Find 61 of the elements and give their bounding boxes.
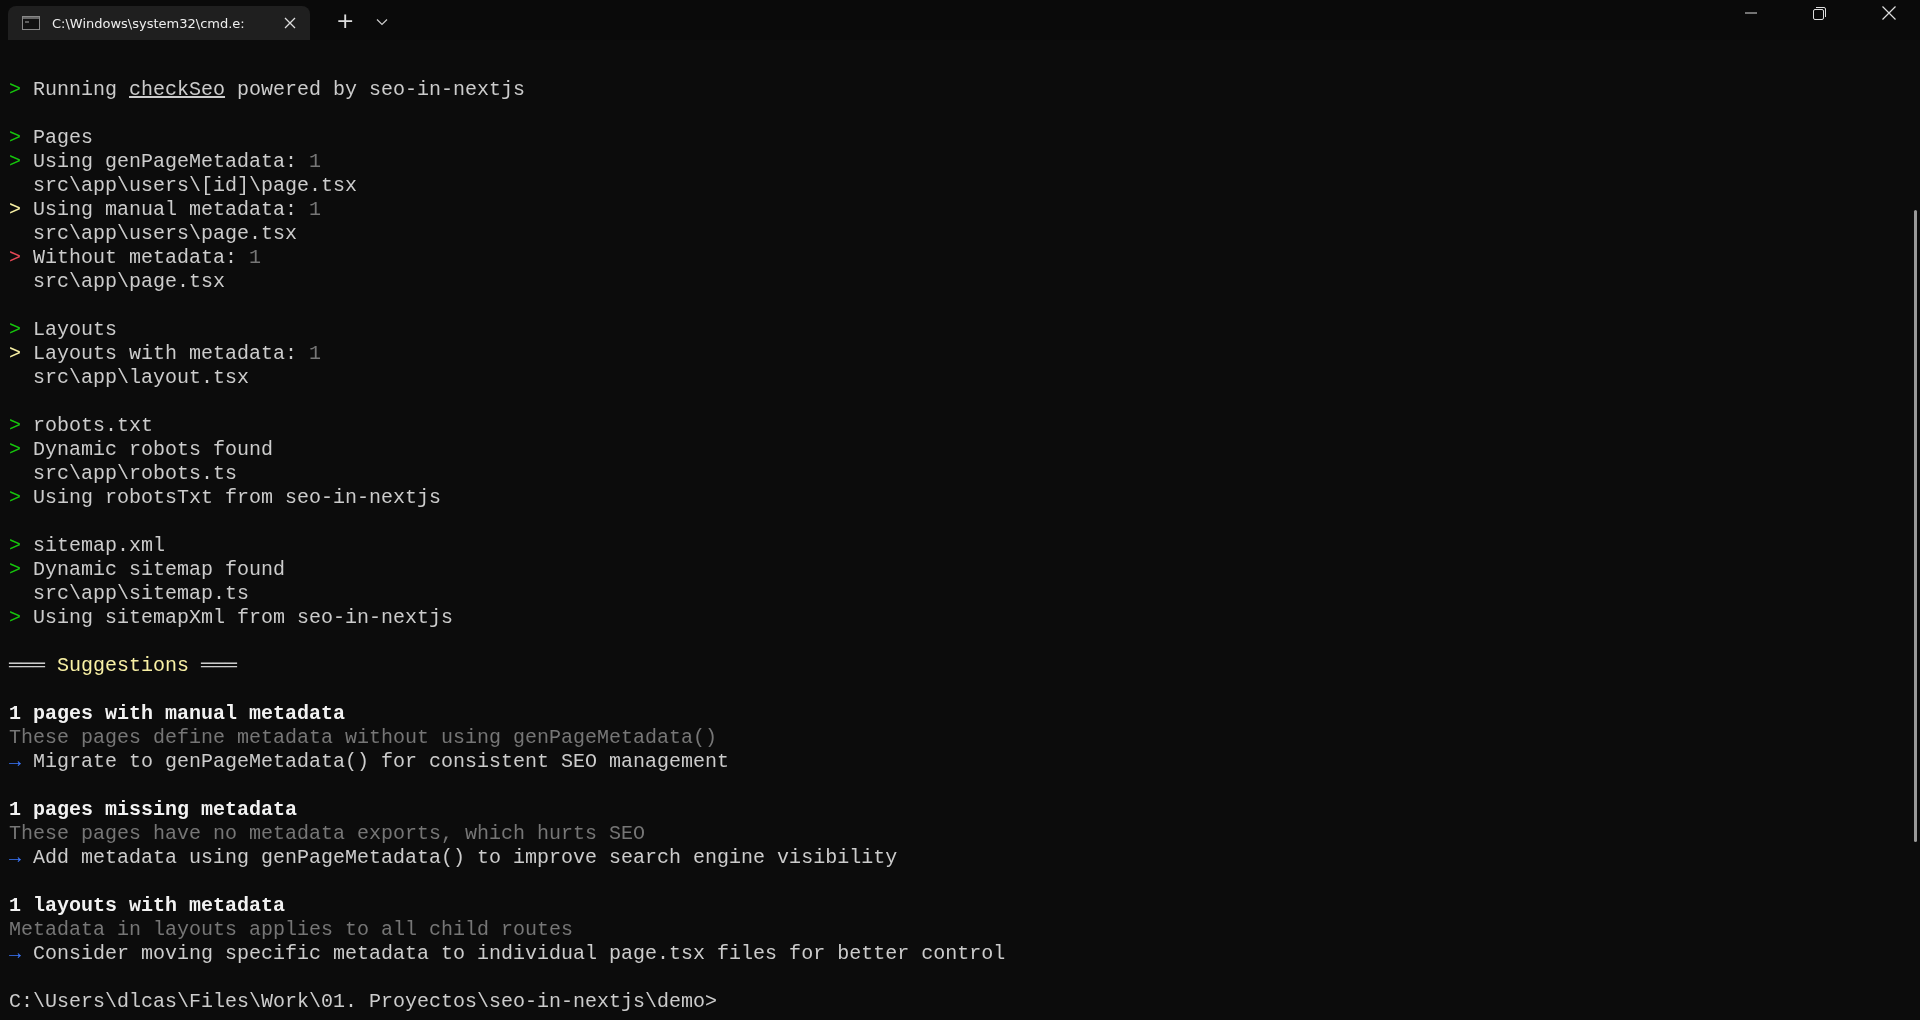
command-prompt: C:\Users\dlcas\Files\Work\01. Proyectos\seo-in-nextjs\demo>: [9, 990, 718, 1014]
suggestion-action: Migrate to genPageMetadata() for consistent SEO management: [33, 750, 730, 774]
terminal-tab[interactable]: C:\Windows\system32\cmd.e:: [8, 6, 310, 40]
prompt-marker: >: [9, 486, 22, 510]
output-line: robots.txt: [33, 414, 154, 438]
prompt-marker: >: [9, 150, 22, 174]
output-line: Dynamic sitemap found: [33, 558, 286, 582]
close-tab-icon[interactable]: [284, 17, 296, 29]
suggestion-action: Consider moving specific metadata to individual page.tsx files for better control: [33, 942, 1006, 966]
file-path: src\app\users\page.tsx: [33, 222, 298, 246]
output-line: Running checkSeo powered by seo-in-nextjs: [33, 78, 526, 102]
output-line: Using robotsTxt from seo-in-nextjs: [33, 486, 442, 510]
count: 1: [309, 342, 322, 366]
suggestion-note: Metadata in layouts applies to all child routes: [9, 918, 574, 942]
output-line: Using manual metadata:: [33, 198, 298, 222]
prompt-marker: >: [9, 438, 22, 462]
tab-title: C:\Windows\system32\cmd.e:: [52, 15, 246, 31]
banner-rule: ═══: [9, 654, 45, 678]
count: 1: [249, 246, 262, 270]
banner-rule: ═══: [201, 654, 238, 678]
prompt-marker: >: [9, 78, 22, 102]
close-icon[interactable]: [1882, 6, 1896, 20]
count: 1: [309, 198, 322, 222]
arrow-marker: →: [9, 846, 22, 870]
file-path: src\app\sitemap.ts: [33, 582, 250, 606]
output-line: Without metadata:: [33, 246, 238, 270]
suggestion-heading: 1 layouts with metadata: [9, 894, 286, 918]
prompt-marker: >: [9, 558, 22, 582]
prompt-marker: >: [9, 126, 22, 150]
dropdown-caret-icon[interactable]: [376, 18, 389, 26]
file-path: src\app\users\[id]\page.tsx: [33, 174, 358, 198]
suggestion-heading: 1 pages missing metadata: [9, 798, 298, 822]
output-line: Dynamic robots found: [33, 438, 274, 462]
prompt-marker: >: [9, 534, 22, 558]
output-line: Layouts: [33, 318, 117, 342]
output-line: Using genPageMetadata:: [33, 150, 298, 174]
suggestion-heading: 1 pages with manual metadata: [9, 702, 346, 726]
arrow-marker: →: [9, 750, 22, 774]
count: 1: [309, 150, 322, 174]
arrow-marker: →: [9, 942, 22, 966]
new-tab-button[interactable]: +: [332, 8, 359, 34]
prompt-marker: >: [9, 198, 22, 222]
restore-icon[interactable]: [1813, 6, 1826, 20]
prompt-marker: >: [9, 606, 22, 630]
prompt-marker: >: [9, 342, 22, 366]
output-line: sitemap.xml: [33, 534, 166, 558]
output-line: Layouts with metadata:: [33, 342, 298, 366]
scrollbar-thumb[interactable]: [1914, 210, 1917, 842]
output-line: Using sitemapXml from seo-in-nextjs: [33, 606, 454, 630]
file-path: src\app\layout.tsx: [33, 366, 250, 390]
output-line: Pages: [33, 126, 93, 150]
file-path: src\app\page.tsx: [33, 270, 226, 294]
file-path: src\app\robots.ts: [33, 462, 238, 486]
suggestion-note: These pages define metadata without using genPageMetadata(): [9, 726, 718, 750]
section-title: Suggestions: [57, 654, 190, 678]
suggestion-action: Add metadata using genPageMetadata() to improve search engine visibility: [33, 846, 898, 870]
prompt-marker: >: [9, 414, 22, 438]
prompt-marker: >: [9, 246, 22, 270]
suggestion-note: These pages have no metadata exports, which hurts SEO: [9, 822, 646, 846]
prompt-marker: >: [9, 318, 22, 342]
terminal-icon: [22, 16, 40, 30]
